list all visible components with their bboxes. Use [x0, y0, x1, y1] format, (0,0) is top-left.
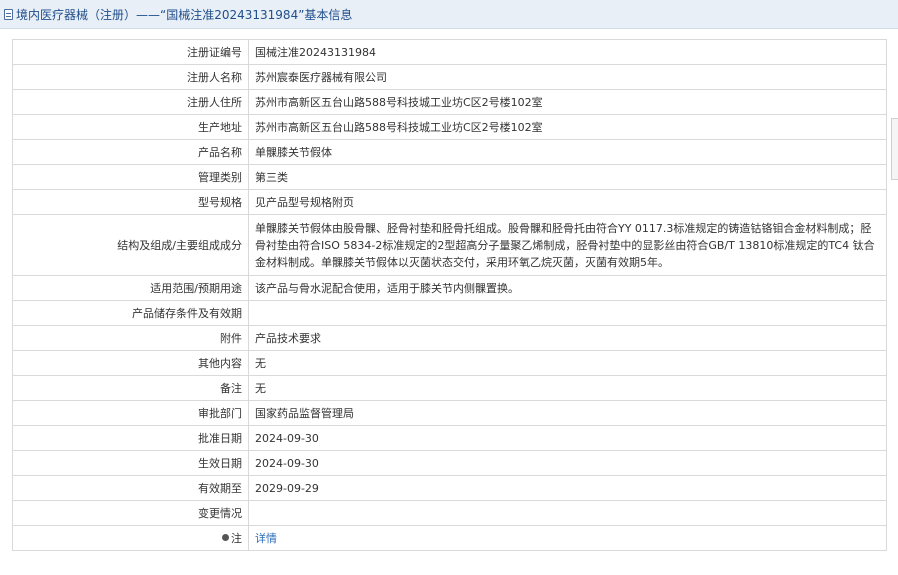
row-value: 2024-09-30	[248, 450, 887, 476]
row-label: 批准日期	[12, 425, 249, 451]
row-value: 苏州市高新区五台山路588号科技城工业坊C区2号楼102室	[248, 114, 887, 140]
info-table: 注册证编号 国械注准20243131984 注册人名称 苏州宸泰医疗器械有限公司…	[12, 39, 887, 551]
row-label: 管理类别	[12, 164, 249, 190]
table-row: 注册人名称 苏州宸泰医疗器械有限公司	[12, 64, 887, 90]
note-label: 注	[231, 531, 242, 545]
table-row: 注册人住所 苏州市高新区五台山路588号科技城工业坊C区2号楼102室	[12, 89, 887, 115]
row-label: 注册人名称	[12, 64, 249, 90]
row-label: 型号规格	[12, 189, 249, 215]
row-value: 国械注准20243131984	[248, 39, 887, 65]
table-row: 附件 产品技术要求	[12, 325, 887, 351]
table-row: 批准日期 2024-09-30	[12, 425, 887, 451]
table-row: 产品名称 单髁膝关节假体	[12, 139, 887, 165]
row-label: 备注	[12, 375, 249, 401]
table-row: 其他内容 无	[12, 350, 887, 376]
row-value: 单髁膝关节假体由股骨髁、胫骨衬垫和胫骨托组成。股骨髁和胫骨托由符合YY 0117…	[248, 214, 887, 276]
table-row: 管理类别 第三类	[12, 164, 887, 190]
table-row-note: 注 详情	[12, 525, 887, 551]
table-row: 有效期至 2029-09-29	[12, 475, 887, 501]
row-value	[248, 300, 887, 326]
row-label: 结构及组成/主要组成成分	[12, 214, 249, 276]
row-label: 产品储存条件及有效期	[12, 300, 249, 326]
row-value: 第三类	[248, 164, 887, 190]
pin-icon	[222, 534, 229, 541]
row-value: 2029-09-29	[248, 475, 887, 501]
table-row: 结构及组成/主要组成成分 单髁膝关节假体由股骨髁、胫骨衬垫和胫骨托组成。股骨髁和…	[12, 214, 887, 276]
row-label: 适用范围/预期用途	[12, 275, 249, 301]
table-row: 注册证编号 国械注准20243131984	[12, 39, 887, 65]
page-header: 境内医疗器械（注册）——“国械注准20243131984”基本信息	[0, 0, 898, 29]
table-row: 产品储存条件及有效期	[12, 300, 887, 326]
table-row: 生产地址 苏州市高新区五台山路588号科技城工业坊C区2号楼102室	[12, 114, 887, 140]
row-label: 变更情况	[12, 500, 249, 526]
row-label: 有效期至	[12, 475, 249, 501]
page-title: 境内医疗器械（注册）——“国械注准20243131984”基本信息	[16, 7, 353, 22]
row-value: 苏州宸泰医疗器械有限公司	[248, 64, 887, 90]
details-link[interactable]: 详情	[255, 532, 277, 545]
table-row: 型号规格 见产品型号规格附页	[12, 189, 887, 215]
row-value: 见产品型号规格附页	[248, 189, 887, 215]
row-label: 注册人住所	[12, 89, 249, 115]
table-row: 变更情况	[12, 500, 887, 526]
row-label: 其他内容	[12, 350, 249, 376]
row-value: 该产品与骨水泥配合使用，适用于膝关节内侧髁置换。	[248, 275, 887, 301]
row-label: 生产地址	[12, 114, 249, 140]
table-row: 生效日期 2024-09-30	[12, 450, 887, 476]
row-value: 国家药品监督管理局	[248, 400, 887, 426]
note-value-cell: 详情	[248, 525, 887, 551]
row-value: 无	[248, 375, 887, 401]
table-row: 适用范围/预期用途 该产品与骨水泥配合使用，适用于膝关节内侧髁置换。	[12, 275, 887, 301]
table-row: 备注 无	[12, 375, 887, 401]
row-value	[248, 500, 887, 526]
row-label: 审批部门	[12, 400, 249, 426]
row-label: 附件	[12, 325, 249, 351]
row-label: 产品名称	[12, 139, 249, 165]
row-label: 生效日期	[12, 450, 249, 476]
row-value: 2024-09-30	[248, 425, 887, 451]
row-value: 产品技术要求	[248, 325, 887, 351]
table-row: 审批部门 国家药品监督管理局	[12, 400, 887, 426]
side-scroll-tab[interactable]	[891, 118, 898, 180]
note-label-cell: 注	[12, 525, 249, 551]
row-label: 注册证编号	[12, 39, 249, 65]
info-panel: 注册证编号 国械注准20243131984 注册人名称 苏州宸泰医疗器械有限公司…	[12, 39, 887, 551]
row-value: 无	[248, 350, 887, 376]
row-value: 苏州市高新区五台山路588号科技城工业坊C区2号楼102室	[248, 89, 887, 115]
row-value: 单髁膝关节假体	[248, 139, 887, 165]
document-icon	[4, 8, 13, 20]
